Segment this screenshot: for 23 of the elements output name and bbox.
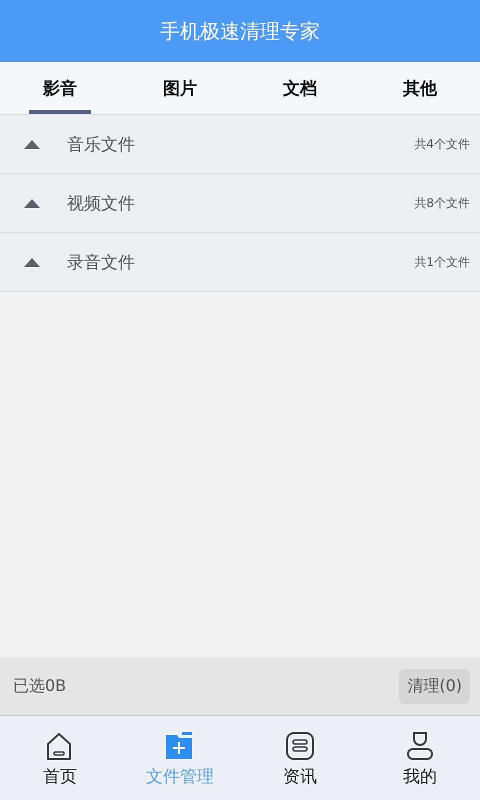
triangle-icon (24, 140, 40, 148)
document-icon (284, 730, 316, 762)
tab[interactable]: 其他 (389, 62, 451, 114)
nav-tab[interactable]: 我的 (403, 716, 437, 800)
file-group-row[interactable]: 视频文件 共8个文件 (0, 174, 480, 233)
file-count: 共4个文件 (414, 136, 470, 152)
user-icon (404, 730, 436, 762)
clean-button[interactable]: 清理(0) (399, 668, 470, 704)
file-count: 共1个文件 (414, 254, 470, 270)
triangle-icon (24, 258, 40, 266)
group-name: 音乐文件 (67, 134, 136, 156)
file-group-row[interactable]: 音乐文件 共4个文件 (0, 115, 480, 174)
group-name: 视频文件 (67, 192, 136, 214)
selected-size: 已选0B (13, 676, 66, 696)
triangle-icon (24, 198, 40, 208)
nav-tab[interactable]: 资讯 (283, 716, 317, 800)
tab[interactable]: 文档 (269, 62, 331, 114)
file-group-row[interactable]: 录音文件 共1个文件 (0, 233, 480, 292)
nav-tab[interactable]: 首页 (43, 716, 77, 800)
app-title: 手机极速清理专家 (160, 18, 320, 44)
file-count: 共8个文件 (414, 194, 470, 212)
tab[interactable]: 图片 (149, 62, 211, 114)
group-name: 录音文件 (67, 252, 136, 274)
